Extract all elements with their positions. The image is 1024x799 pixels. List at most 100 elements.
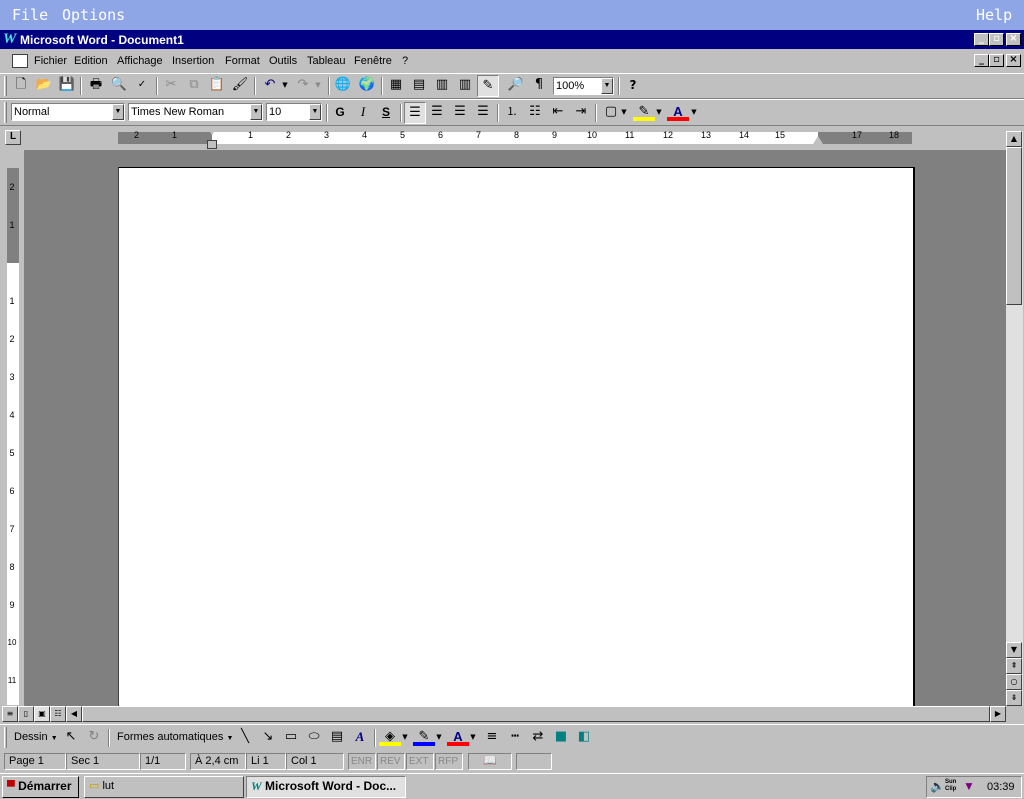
wordart-icon[interactable]: A: [349, 727, 371, 749]
align-right-icon[interactable]: ☰: [449, 102, 471, 124]
menu-help[interactable]: ?: [402, 52, 408, 70]
page-layout-icon[interactable]: ▣: [34, 706, 50, 722]
underline-button[interactable]: S: [375, 102, 397, 124]
status-ext[interactable]: EXT: [406, 753, 434, 770]
scroll-left-icon[interactable]: ◀: [66, 706, 82, 722]
tray-triangle-icon[interactable]: ▼: [963, 779, 975, 793]
options-menu[interactable]: Options: [62, 6, 125, 24]
right-indent-marker[interactable]: [813, 136, 823, 144]
numbering-icon[interactable]: ⒈: [501, 102, 523, 124]
doc-restore-button[interactable]: ▫: [989, 54, 1004, 67]
increase-indent-icon[interactable]: ⇥: [570, 102, 592, 124]
arrow-style-icon[interactable]: ⇄: [527, 727, 549, 749]
document-map-icon[interactable]: 🔎: [505, 75, 527, 97]
autoshapes-menu[interactable]: Formes automatiques ▼: [117, 731, 233, 743]
outline-view-icon[interactable]: ☷: [50, 706, 66, 722]
fill-color-icon[interactable]: ◈: [379, 727, 401, 746]
hanging-indent-marker[interactable]: [207, 140, 217, 149]
doc-icon[interactable]: [12, 54, 28, 68]
scroll-up-icon[interactable]: ▲: [1006, 131, 1022, 147]
menu-tableau[interactable]: Tableau: [307, 52, 346, 70]
tables-borders-icon[interactable]: ▦: [385, 75, 407, 97]
redo-dropdown-icon[interactable]: ▼: [312, 75, 324, 97]
highlight-icon[interactable]: ✎: [633, 102, 655, 121]
print-icon[interactable]: 🖶: [85, 75, 107, 97]
show-hide-icon[interactable]: ¶: [528, 75, 550, 97]
toolbar-grip[interactable]: [4, 727, 7, 748]
italic-button[interactable]: I: [352, 102, 374, 124]
bullets-icon[interactable]: ☷: [524, 102, 546, 124]
dash-style-icon[interactable]: ┅: [504, 727, 526, 749]
scroll-thumb[interactable]: [1006, 147, 1022, 305]
line-style-icon[interactable]: ≡: [481, 727, 503, 749]
zoom-select[interactable]: 100% ▼: [553, 77, 614, 95]
size-dropdown-icon[interactable]: ▼: [309, 104, 321, 120]
font-dropdown-icon[interactable]: ▼: [250, 104, 262, 120]
arrow-icon[interactable]: ↘: [257, 727, 279, 749]
3d-icon[interactable]: ◧: [573, 727, 595, 749]
style-select[interactable]: Normal ▼: [11, 103, 125, 121]
align-center-icon[interactable]: ☰: [426, 102, 448, 124]
file-menu[interactable]: File: [12, 6, 48, 24]
prev-page-icon[interactable]: ⇞: [1006, 658, 1022, 674]
select-browse-object-icon[interactable]: ○: [1006, 674, 1022, 690]
toolbar-grip[interactable]: [4, 102, 7, 123]
close-button[interactable]: ×: [1006, 33, 1021, 46]
paste-icon[interactable]: 📋: [206, 75, 228, 97]
select-objects-icon[interactable]: ↖: [60, 727, 82, 749]
oval-icon[interactable]: ⬭: [303, 727, 325, 749]
volume-icon[interactable]: 🔈: [930, 779, 945, 793]
font-color-icon[interactable]: A: [667, 102, 689, 121]
scroll-right-icon[interactable]: ▶: [990, 706, 1006, 722]
draw-font-color-dropdown-icon[interactable]: ▼: [468, 727, 478, 749]
open-icon[interactable]: 📂: [33, 75, 55, 97]
insert-hyperlink-icon[interactable]: 🌐: [332, 75, 354, 97]
redo-icon[interactable]: ↷: [292, 75, 314, 97]
hscroll-thumb[interactable]: [82, 706, 990, 722]
next-page-icon[interactable]: ⇟: [1006, 690, 1022, 706]
line-color-icon[interactable]: ✎: [413, 727, 435, 746]
menu-outils[interactable]: Outils: [269, 52, 297, 70]
cut-icon[interactable]: ✂: [160, 75, 182, 97]
free-rotate-icon[interactable]: ↻: [83, 727, 105, 749]
borders-dropdown-icon[interactable]: ▼: [619, 102, 629, 124]
bold-button[interactable]: G: [329, 102, 351, 124]
tab-selector[interactable]: L: [5, 130, 21, 145]
toolbar-grip[interactable]: [4, 76, 7, 96]
undo-dropdown-icon[interactable]: ▼: [279, 75, 291, 97]
drawing-icon[interactable]: ✎: [477, 75, 499, 97]
undo-icon[interactable]: ↶: [259, 75, 281, 97]
new-icon[interactable]: 🗋: [10, 75, 32, 97]
copy-icon[interactable]: ⧉: [183, 75, 205, 97]
first-line-indent-marker[interactable]: [207, 128, 217, 135]
taskbar-item-word[interactable]: W Microsoft Word - Doc...: [246, 776, 406, 798]
menu-insertion[interactable]: Insertion: [172, 52, 214, 70]
menu-affichage[interactable]: Affichage: [117, 52, 163, 70]
text-box-icon[interactable]: ▤: [326, 727, 348, 749]
fill-dropdown-icon[interactable]: ▼: [400, 727, 410, 749]
menu-format[interactable]: Format: [225, 52, 260, 70]
draw-font-color-icon[interactable]: A: [447, 727, 469, 746]
save-icon[interactable]: 💾: [56, 75, 78, 97]
spelling-icon[interactable]: ✓: [131, 75, 153, 97]
justify-icon[interactable]: ☰: [472, 102, 494, 124]
scroll-down-icon[interactable]: ▼: [1006, 642, 1022, 658]
document-page[interactable]: [118, 167, 915, 706]
columns-icon[interactable]: ▥: [454, 75, 476, 97]
menu-edition[interactable]: Edition: [74, 52, 108, 70]
highlight-dropdown-icon[interactable]: ▼: [654, 102, 664, 124]
doc-minimize-button[interactable]: _: [974, 54, 989, 67]
taskbar-item-folder[interactable]: ▭ lut: [84, 776, 244, 798]
help-menu[interactable]: Help: [976, 6, 1012, 24]
font-color-dropdown-icon[interactable]: ▼: [689, 102, 699, 124]
align-left-icon[interactable]: ☰: [404, 102, 426, 124]
menu-fenetre[interactable]: Fenêtre: [354, 52, 392, 70]
dessin-menu[interactable]: Dessin ▼: [14, 731, 58, 743]
line-icon[interactable]: ╲: [234, 727, 256, 749]
spelling-status-icon[interactable]: 📖: [468, 753, 512, 770]
normal-view-icon[interactable]: ≡: [2, 706, 18, 722]
rectangle-icon[interactable]: ▭: [280, 727, 302, 749]
minimize-button[interactable]: _: [974, 33, 989, 46]
insert-excel-icon[interactable]: ▥: [431, 75, 453, 97]
status-enr[interactable]: ENR: [348, 753, 376, 770]
